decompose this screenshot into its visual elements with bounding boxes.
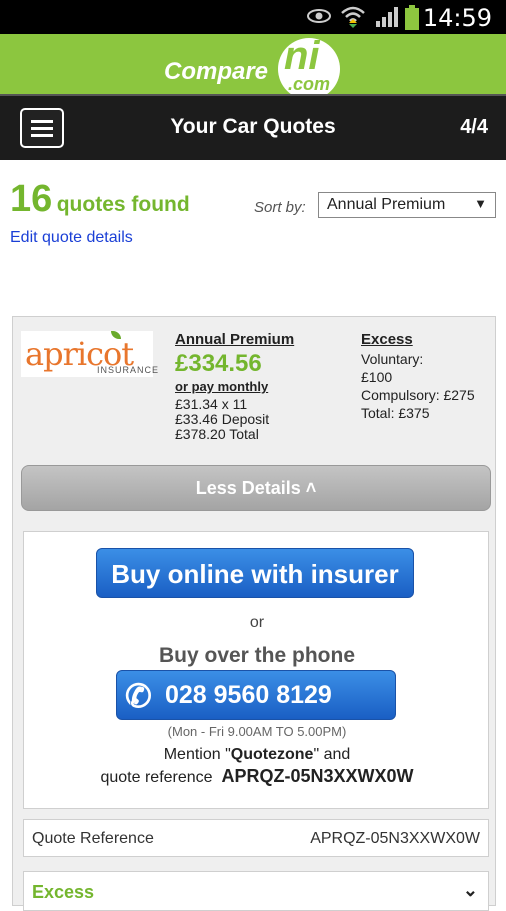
mention-suffix: " and — [313, 746, 351, 763]
monthly-line: £378.20 Total — [175, 426, 259, 442]
quote-reference-value: APRQZ-05N3XXWX0W — [310, 830, 480, 847]
ref-prefix: quote reference — [100, 769, 213, 786]
monthly-details: £31.34 x 11 £33.46 Deposit £378.20 Total — [175, 397, 269, 442]
insurer-logo-sub: INSURANCE — [97, 365, 160, 375]
ref-code: APRQZ-05N3XXWX0W — [221, 766, 414, 786]
quote-reference-row: Quote Reference APRQZ-05N3XXWX0W — [23, 819, 489, 857]
sort-select[interactable]: Annual Premium ▼ — [318, 192, 496, 218]
insurer-logo: apricot INSURANCE — [21, 331, 158, 377]
less-details-button[interactable]: Less Details ˄ — [21, 465, 491, 511]
call-button[interactable]: ✆ 028 9560 8129 — [116, 670, 396, 720]
logo-compare-text: Compare — [164, 58, 269, 85]
dropdown-arrow-icon: ▼ — [474, 196, 487, 211]
excess-section-toggle[interactable]: Excess ⌄ — [23, 871, 489, 911]
monthly-line: £33.46 Deposit — [175, 411, 270, 427]
brand-bar: Compare ni .com — [0, 34, 506, 100]
chevron-down-icon: ⌄ — [462, 880, 478, 900]
annual-premium-label: Annual Premium — [175, 331, 295, 348]
buy-online-button[interactable]: Buy online with insurer — [96, 548, 414, 598]
mention-prefix: Mention " — [163, 746, 231, 763]
monthly-label: or pay monthly — [175, 379, 269, 394]
page-title: Your Car Quotes — [170, 115, 336, 138]
mention-text: Mention "Quotezone" and — [24, 746, 490, 764]
status-bar: 14:59 — [0, 0, 506, 34]
battery-icon — [404, 5, 420, 36]
quote-card: apricot INSURANCE Annual Premium £334.56… — [12, 316, 496, 911]
clock: 14:59 — [422, 4, 492, 32]
buy-phone-heading: Buy over the phone — [158, 644, 356, 667]
wifi-icon — [340, 5, 366, 34]
excess-line: £100 — [361, 369, 393, 385]
eye-icon — [306, 5, 332, 32]
sort-label: Sort by: — [254, 199, 306, 216]
phone-hours: (Mon - Fri 9.00AM TO 5.00PM) — [167, 724, 347, 739]
step-indicator: 4/4 — [460, 116, 488, 138]
mention-name: Quotezone — [230, 746, 314, 763]
excess-line: Compulsory: £275 — [361, 387, 475, 403]
phone-number: 028 9560 8129 — [165, 681, 332, 709]
comparenicom-logo: Compare ni .com — [164, 34, 344, 100]
monthly-line: £31.34 x 11 — [175, 396, 248, 412]
logo-ni-text: ni — [284, 34, 320, 78]
excess-details: Voluntary: £100 Compulsory: £275 Total: … — [361, 350, 475, 422]
page-header: Your Car Quotes 4/4 — [0, 94, 506, 160]
signal-icon — [374, 5, 400, 34]
quotes-found: 16 quotes found — [10, 178, 190, 221]
phone-icon: ✆ — [125, 678, 152, 714]
annual-premium-value: £334.56 — [175, 350, 262, 377]
or-separator: or — [249, 614, 265, 631]
edit-quote-link[interactable]: Edit quote details — [10, 229, 133, 247]
quotes-count: 16 — [10, 178, 53, 220]
logo-com-text: .com — [288, 74, 331, 94]
quote-reference-label: Quote Reference — [32, 830, 154, 847]
excess-line: Total: £375 — [361, 405, 430, 421]
quotes-count-label: quotes found — [56, 193, 190, 216]
buy-options-panel: Buy online with insurer or Buy over the … — [23, 531, 489, 809]
excess-line: Voluntary: — [361, 351, 424, 367]
sort-selected-value: Annual Premium — [327, 196, 446, 213]
excess-label: Excess — [361, 331, 413, 348]
quote-ref-line: quote reference APRQZ-05N3XXWX0W — [24, 766, 490, 787]
